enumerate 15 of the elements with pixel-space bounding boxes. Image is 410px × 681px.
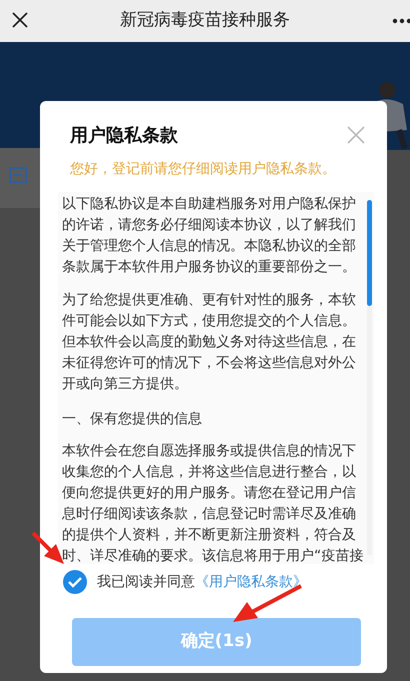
id-card-icon — [9, 167, 27, 183]
agree-label: 我已阅读并同意 — [97, 572, 195, 592]
scrollbar-thumb[interactable] — [367, 200, 372, 306]
check-icon — [68, 576, 82, 588]
dialog-title: 用户隐私条款 — [70, 124, 178, 148]
close-icon[interactable] — [12, 12, 28, 28]
section-heading: 一、保有您提供的信息 — [62, 410, 203, 429]
terms-link[interactable]: 《用户隐私条款》 — [195, 572, 307, 592]
paragraph: 为了给您提供更准确、更有针对性的服务，本软件可能会以如下方式，使用您提交的个人信息。但本软件会以高度的勤勉义务对待这些信息，在未征得您许可的情况下，不会将这些信息对外公开或向第三方提供。 — [62, 291, 357, 394]
page-title: 新冠病毒疫苗接种服务 — [120, 9, 290, 32]
dialog-subtitle: 您好，登记前请您仔细阅读用户隐私条款。 — [70, 160, 337, 179]
paragraph: 以下隐私协议是本自助建档服务对用户隐私保护的许诺，请您务必仔细阅读本协议，以了解我们关于管理您个人信息的情况。本隐私协议的全部条款属于本软件用户服务协议的重要部份之一。 — [62, 195, 357, 277]
agree-checkbox[interactable] — [63, 570, 87, 594]
paragraph: 本软件会在您自愿选择服务或提供信息的情况下收集您的个人信息，并将这些信息进行整合，以便向您提供更好的用户服务。请您在登记用户信息时仔细阅读该条款，信息登记时需详尽及准确的提供个人资料，并不断更新注册资料，符合及时、详尽准确的要求。该信息将用于用户“疫苗接 — [62, 442, 364, 566]
more-icon[interactable] — [392, 18, 410, 24]
